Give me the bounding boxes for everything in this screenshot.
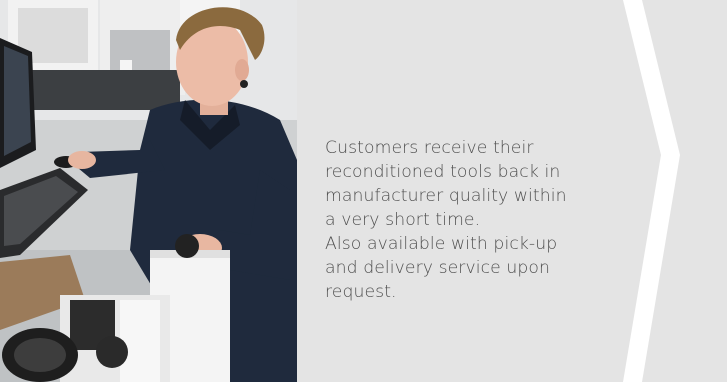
info-panel: Customers receive their reconditioned to… [297, 0, 727, 382]
description-line: request. [325, 282, 397, 302]
description-line: and delivery service upon [325, 258, 551, 278]
description-text: Customers receive their reconditioned to… [325, 136, 595, 304]
monitor [0, 38, 36, 168]
description-line: reconditioned tools back in [325, 162, 561, 182]
description-line: Also available with pick-up [325, 234, 558, 254]
description-line: manufacturer quality within [325, 186, 567, 206]
description-line: Customers receive their [325, 138, 534, 158]
description-line: a very short time. [325, 210, 481, 230]
technician-photo [0, 0, 297, 382]
